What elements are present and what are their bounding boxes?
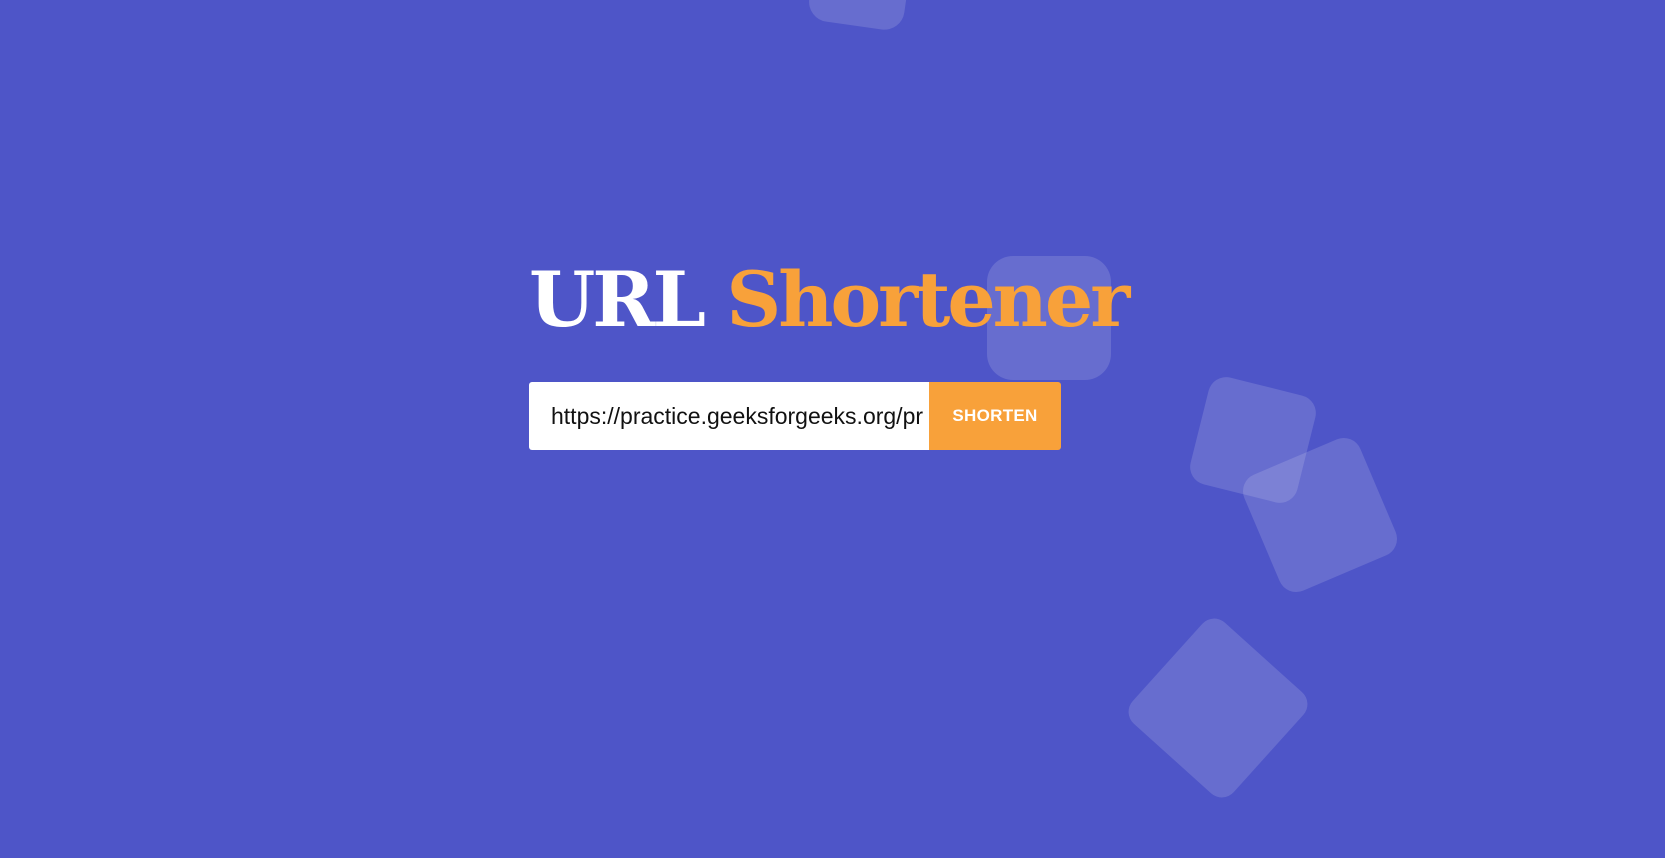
url-shortener-panel: URL Shortener SHORTEN xyxy=(529,250,1130,450)
shorten-button[interactable]: SHORTEN xyxy=(929,382,1061,450)
url-input[interactable] xyxy=(529,382,929,450)
decorative-square xyxy=(1121,611,1315,805)
decorative-square xyxy=(806,0,914,33)
title-word-url: URL xyxy=(529,255,706,344)
page-title: URL Shortener xyxy=(529,250,1130,350)
shorten-form: SHORTEN xyxy=(529,382,1061,450)
title-word-shortener: Shortener xyxy=(726,255,1130,344)
